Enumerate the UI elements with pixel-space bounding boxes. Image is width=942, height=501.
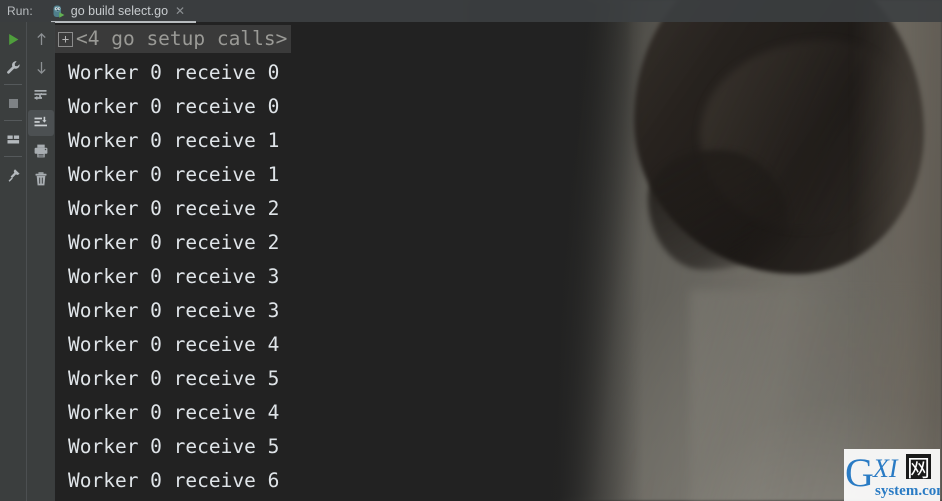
- console-line: Worker 0 receive 0: [68, 95, 280, 118]
- layout-grid-icon: [7, 135, 19, 143]
- toolbar-divider: [4, 84, 22, 85]
- run-tool-window-header: Run: go build select.go ✕: [0, 0, 942, 22]
- watermark-letter-g: G: [845, 450, 874, 495]
- fold-highlight[interactable]: + <4 go setup calls>: [54, 25, 292, 53]
- print-button[interactable]: [28, 138, 54, 164]
- console-line: Worker 0 receive 2: [68, 197, 280, 220]
- ide-run-console-window: + <4 go setup calls> Worker 0 receive 0 …: [0, 0, 942, 501]
- watermark-cjk-glyph: 网: [907, 456, 930, 482]
- pin-tab-button[interactable]: [0, 162, 26, 188]
- trash-icon: [35, 172, 47, 186]
- soft-wrap-icon: [34, 90, 47, 101]
- console-line: Worker 0 receive 2: [68, 231, 280, 254]
- console-line: Worker 0 receive 1: [68, 129, 280, 152]
- run-tab-title: go build select.go: [70, 4, 169, 18]
- layout-settings-button[interactable]: [0, 126, 26, 152]
- console-line: Worker 0 receive 3: [68, 265, 280, 288]
- stop-button[interactable]: [0, 90, 26, 116]
- console-line: Worker 0 receive 6: [68, 469, 280, 492]
- active-tab-underline: [51, 21, 196, 23]
- console-line: Worker 0 receive 3: [68, 299, 280, 322]
- console-fold-line[interactable]: + <4 go setup calls>: [54, 22, 942, 56]
- console-line: Worker 0 receive 4: [68, 401, 280, 424]
- console-line: Worker 0 receive 5: [68, 367, 280, 390]
- play-triangle-icon: [8, 33, 18, 45]
- stop-square-icon: [8, 98, 18, 108]
- rerun-failed-tests-button[interactable]: [0, 54, 26, 80]
- close-icon[interactable]: ✕: [175, 5, 185, 17]
- go-gopher-run-icon: [53, 5, 65, 18]
- run-toolbar-secondary: [26, 22, 55, 501]
- run-console[interactable]: + <4 go setup calls> Worker 0 receive 0 …: [54, 22, 942, 501]
- soft-wrap-button[interactable]: [28, 82, 54, 108]
- fold-line-text: <4 go setup calls>: [76, 27, 288, 50]
- watermark-domain: system.com: [875, 483, 940, 499]
- arrow-up-icon: [36, 32, 46, 45]
- watermark-letters-xi: XI: [872, 454, 899, 483]
- pin-icon: [7, 168, 20, 182]
- up-stack-trace-button[interactable]: [28, 26, 54, 52]
- watermark: G XI 网 system.com: [844, 449, 942, 501]
- console-line: Worker 0 receive 4: [68, 333, 280, 356]
- console-output-lines: + <4 go setup calls> Worker 0 receive 0 …: [54, 22, 942, 498]
- run-configuration-tab[interactable]: go build select.go ✕: [43, 0, 191, 22]
- toolbar-divider: [4, 156, 22, 157]
- toolbar-divider: [4, 120, 22, 121]
- console-line: Worker 0 receive 0: [68, 61, 280, 84]
- printer-icon: [34, 144, 48, 158]
- console-line: Worker 0 receive 1: [68, 163, 280, 186]
- down-stack-trace-button[interactable]: [28, 54, 54, 80]
- run-window-label: Run:: [7, 4, 33, 18]
- scroll-to-end-button[interactable]: [28, 110, 54, 136]
- wrench-icon: [6, 60, 20, 74]
- console-line: Worker 0 receive 5: [68, 435, 280, 458]
- run-toolbar-primary: [0, 22, 26, 501]
- gxi-system-logo-icon: G XI 网 system.com: [845, 450, 942, 499]
- arrow-down-icon: [36, 61, 46, 74]
- clear-all-button[interactable]: [28, 166, 54, 192]
- scroll-to-end-icon: [34, 116, 47, 127]
- rerun-button[interactable]: [0, 26, 26, 52]
- expand-fold-icon[interactable]: +: [58, 31, 73, 47]
